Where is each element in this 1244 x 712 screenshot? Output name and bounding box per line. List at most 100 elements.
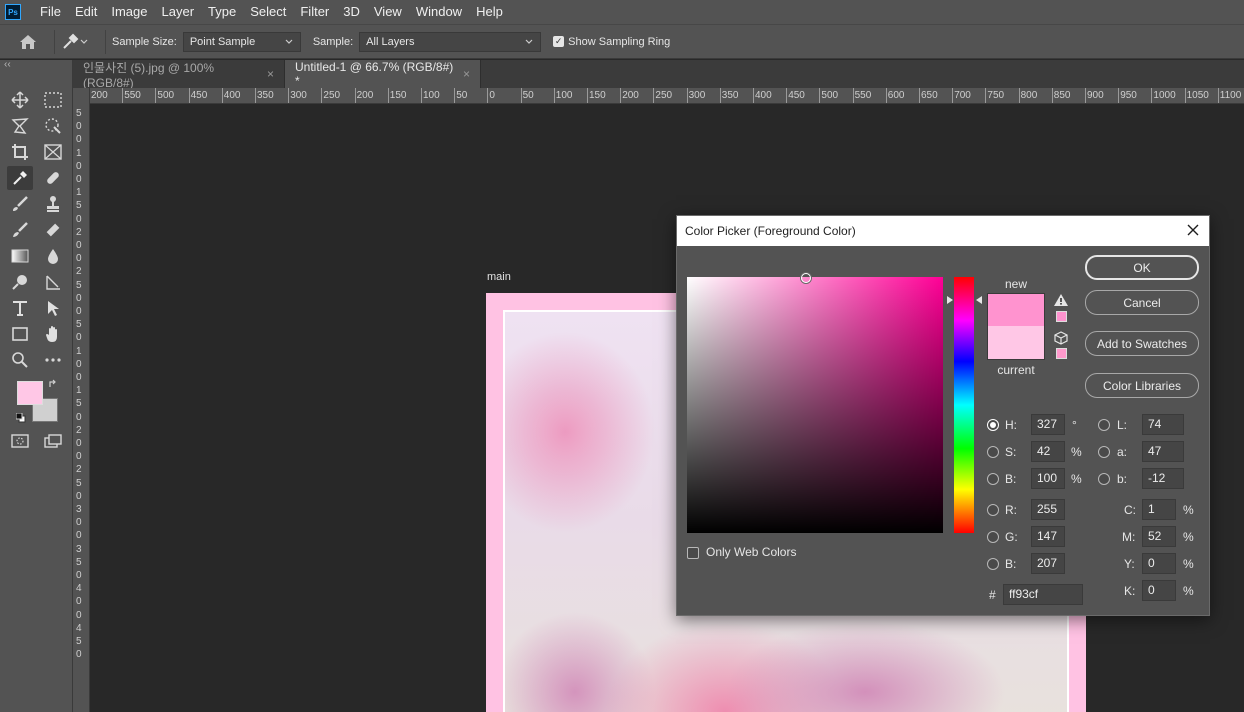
eraser-tool[interactable]: [40, 218, 66, 242]
history-brush-tool[interactable]: [7, 218, 33, 242]
magenta-field[interactable]: 52: [1142, 526, 1176, 547]
menu-edit[interactable]: Edit: [68, 0, 104, 24]
ruler-tick-mark: [885, 88, 887, 103]
black-field[interactable]: 0: [1142, 580, 1176, 601]
menu-3d[interactable]: 3D: [336, 0, 367, 24]
marquee-tool[interactable]: [40, 88, 66, 112]
lasso-tool[interactable]: [7, 114, 33, 138]
tab-untitled-1[interactable]: Untitled-1 @ 66.7% (RGB/8#) * ×: [285, 60, 481, 88]
color-field-marker[interactable]: [801, 273, 811, 283]
blur-tool[interactable]: [40, 244, 66, 268]
red-radio[interactable]: [987, 504, 999, 516]
hue-slider-arrow-left[interactable]: [947, 296, 953, 304]
ok-button[interactable]: OK: [1085, 255, 1199, 280]
home-button[interactable]: [8, 28, 48, 56]
blue-field[interactable]: 207: [1031, 553, 1065, 574]
menu-file[interactable]: File: [33, 0, 68, 24]
color-libraries-button[interactable]: Color Libraries: [1085, 373, 1199, 398]
edit-toolbar-button[interactable]: [40, 348, 66, 372]
crop-tool[interactable]: [7, 140, 33, 164]
saturation-brightness-field[interactable]: [687, 273, 943, 533]
move-tool[interactable]: [7, 88, 33, 112]
ruler-tick-mark: [155, 88, 157, 103]
yellow-field[interactable]: 0: [1142, 553, 1176, 574]
sample-select[interactable]: All Layers: [359, 31, 542, 52]
cyan-field[interactable]: 1: [1142, 499, 1176, 520]
hue-field[interactable]: 327: [1031, 414, 1065, 435]
current-color-swatch[interactable]: [987, 326, 1045, 360]
hue-slider-arrow-right[interactable]: [976, 296, 982, 304]
lightness-field[interactable]: 74: [1142, 414, 1184, 435]
lab-a-field[interactable]: 47: [1142, 441, 1184, 462]
pen-tool[interactable]: [40, 270, 66, 294]
color-picker-dialog: Color Picker (Foreground Color) new curr…: [676, 215, 1210, 616]
menu-help[interactable]: Help: [469, 0, 510, 24]
vertical-ruler: 5001001502002500501001502002503003504004…: [73, 104, 90, 712]
hue-slider[interactable]: [954, 277, 974, 533]
lab-b-radio[interactable]: [1098, 473, 1110, 485]
hue-radio[interactable]: [987, 419, 999, 431]
ruler-tick-mark: [852, 88, 854, 103]
direct-selection-tool[interactable]: [40, 296, 66, 320]
saturation-radio[interactable]: [987, 446, 999, 458]
ruler-tick-label: 200: [356, 90, 374, 101]
close-icon[interactable]: ×: [267, 67, 274, 81]
tab-portrait-photo[interactable]: 인물사진 (5).jpg @ 100% (RGB/8#) ×: [73, 60, 285, 90]
gradient-icon: [11, 249, 29, 263]
close-button[interactable]: [1185, 222, 1201, 238]
gamut-correction-swatch[interactable]: [1056, 311, 1067, 322]
close-icon[interactable]: ×: [463, 67, 470, 81]
lightness-radio[interactable]: [1098, 419, 1110, 431]
foreground-color-swatch[interactable]: [17, 381, 43, 405]
dodge-tool[interactable]: [7, 270, 33, 294]
ruler-tick-label: 250: [655, 90, 673, 101]
rectangle-tool[interactable]: [7, 322, 33, 346]
swap-colors-button[interactable]: [48, 378, 58, 392]
ruler-tick-label: 950: [1120, 90, 1137, 101]
brightness-radio[interactable]: [987, 473, 999, 485]
out-of-gamut-warning-icon[interactable]: [1054, 294, 1068, 306]
cancel-button[interactable]: Cancel: [1085, 290, 1199, 315]
type-tool[interactable]: [7, 296, 33, 320]
quick-mask-button[interactable]: [7, 429, 33, 453]
sample-size-select[interactable]: Point Sample: [182, 31, 301, 52]
menu-window[interactable]: Window: [409, 0, 469, 24]
menu-view[interactable]: View: [367, 0, 409, 24]
add-to-swatches-button[interactable]: Add to Swatches: [1085, 331, 1199, 356]
brush-tool[interactable]: [7, 192, 33, 216]
screen-mode-icon: [44, 434, 62, 448]
show-sampling-ring-checkbox[interactable]: ✓: [553, 36, 565, 47]
web-safe-swatch[interactable]: [1056, 348, 1067, 359]
red-field[interactable]: 255: [1031, 499, 1065, 520]
zoom-tool[interactable]: [7, 348, 33, 372]
ruler-tick-label: 1: [76, 187, 82, 199]
brightness-field[interactable]: 100: [1031, 468, 1065, 489]
hex-field[interactable]: ff93cf: [1003, 584, 1083, 605]
eyedropper-tool[interactable]: [7, 166, 33, 190]
menu-type[interactable]: Type: [201, 0, 243, 24]
saturation-field[interactable]: 42: [1031, 441, 1065, 462]
menu-image[interactable]: Image: [104, 0, 154, 24]
tool-preset-picker[interactable]: [61, 33, 89, 51]
gradient-tool[interactable]: [7, 244, 33, 268]
clone-stamp-tool[interactable]: [40, 192, 66, 216]
menu-layer[interactable]: Layer: [155, 0, 202, 24]
quick-selection-tool[interactable]: [40, 114, 66, 138]
artboard-label[interactable]: main: [487, 271, 511, 283]
blue-radio[interactable]: [987, 558, 999, 570]
frame-tool[interactable]: [40, 140, 66, 164]
lab-a-radio[interactable]: [1098, 446, 1110, 458]
green-radio[interactable]: [987, 531, 999, 543]
hand-tool[interactable]: [40, 322, 66, 346]
screen-mode-button[interactable]: [40, 429, 66, 453]
green-field[interactable]: 147: [1031, 526, 1065, 547]
collapse-toolbar-button[interactable]: ‹‹: [0, 60, 72, 72]
menu-select[interactable]: Select: [243, 0, 293, 24]
new-color-swatch: [987, 293, 1045, 326]
healing-brush-tool[interactable]: [40, 166, 66, 190]
web-safe-cube-icon[interactable]: [1054, 331, 1068, 345]
only-web-colors-checkbox[interactable]: [687, 547, 699, 559]
lab-b-field[interactable]: -12: [1142, 468, 1184, 489]
default-colors-button[interactable]: [15, 412, 26, 426]
menu-filter[interactable]: Filter: [293, 0, 336, 24]
